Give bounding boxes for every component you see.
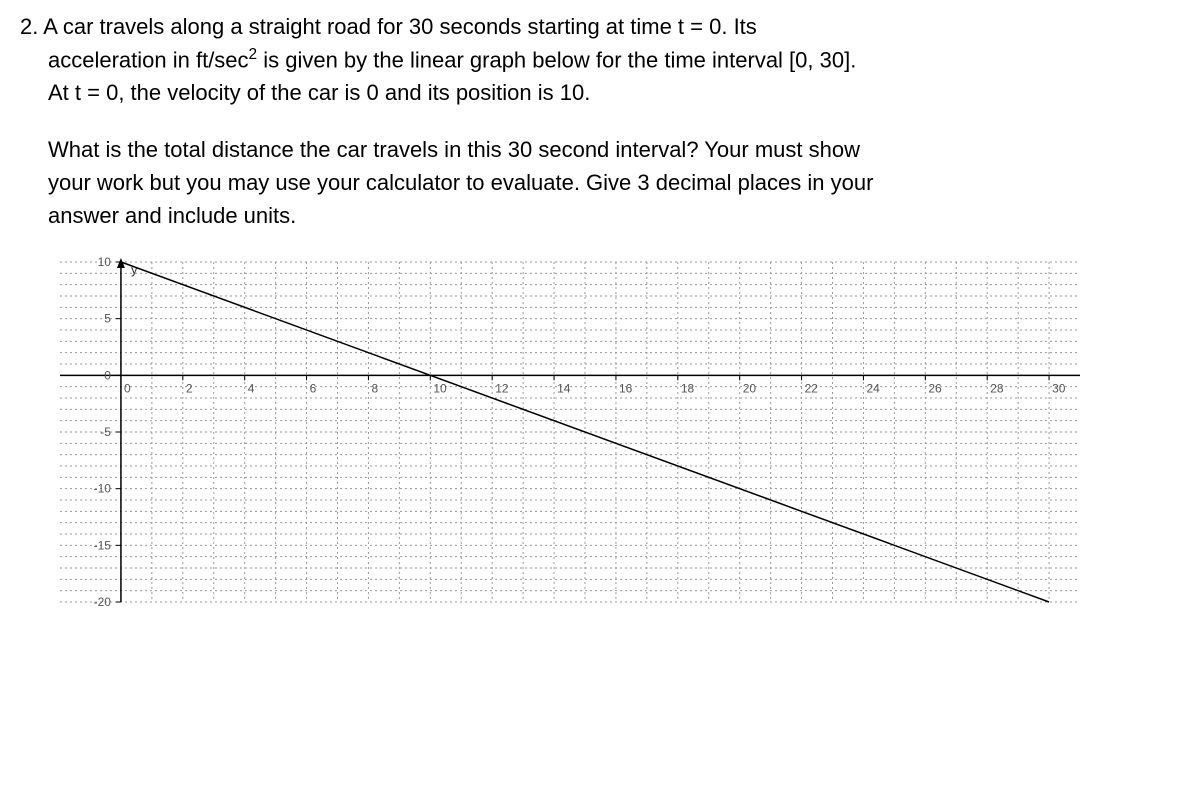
x-tick-label: 22: [805, 382, 819, 396]
y-tick-label: -10: [94, 482, 112, 496]
x-tick-label: 14: [557, 382, 571, 396]
x-tick-label: 26: [928, 382, 942, 396]
x-tick-label: 20: [743, 382, 757, 396]
problem-statement: 2. A car travels along a straight road f…: [20, 10, 1180, 109]
x-tick-label: 28: [990, 382, 1004, 396]
y-tick-label: 10: [98, 255, 112, 269]
problem-number: 2.: [20, 14, 38, 39]
x-tick-label: 10: [433, 382, 447, 396]
y-tick-label: -20: [94, 595, 112, 609]
y-tick-label: 5: [104, 312, 111, 326]
x-tick-label: 2: [186, 382, 193, 396]
x-tick-label: 0: [124, 382, 131, 396]
y-tick-label: 0: [104, 369, 111, 383]
acceleration-chart: 024681012141618202224262830-20-15-10-505…: [30, 252, 1090, 622]
y-tick-label: -5: [100, 425, 111, 439]
superscript-2: 2: [249, 46, 258, 63]
x-tick-label: 4: [248, 382, 255, 396]
problem-text-1: A car travels along a straight road for …: [43, 14, 757, 39]
problem-text-2b: is given by the linear graph below for t…: [257, 47, 856, 72]
x-tick-label: 24: [866, 382, 880, 396]
question-statement: What is the total distance the car trave…: [20, 133, 1180, 232]
problem-text-2a: acceleration in ft/sec: [48, 47, 249, 72]
problem-line-1: 2. A car travels along a straight road f…: [20, 10, 1180, 43]
x-tick-label: 8: [371, 382, 378, 396]
x-tick-label: 18: [681, 382, 695, 396]
problem-line-3: At t = 0, the velocity of the car is 0 a…: [20, 76, 1180, 109]
question-line-1: What is the total distance the car trave…: [48, 133, 1180, 166]
x-tick-label: 30: [1052, 382, 1066, 396]
x-tick-label: 12: [495, 382, 509, 396]
question-line-2: your work but you may use your calculato…: [48, 166, 1180, 199]
x-tick-label: 16: [619, 382, 633, 396]
y-tick-label: -15: [94, 539, 112, 553]
problem-container: 2. A car travels along a straight road f…: [20, 10, 1180, 622]
y-axis-label: y: [131, 262, 138, 277]
chart-container: 024681012141618202224262830-20-15-10-505…: [30, 252, 1180, 622]
x-tick-label: 6: [310, 382, 317, 396]
question-line-3: answer and include units.: [48, 199, 1180, 232]
problem-line-2: acceleration in ft/sec2 is given by the …: [20, 43, 1180, 76]
